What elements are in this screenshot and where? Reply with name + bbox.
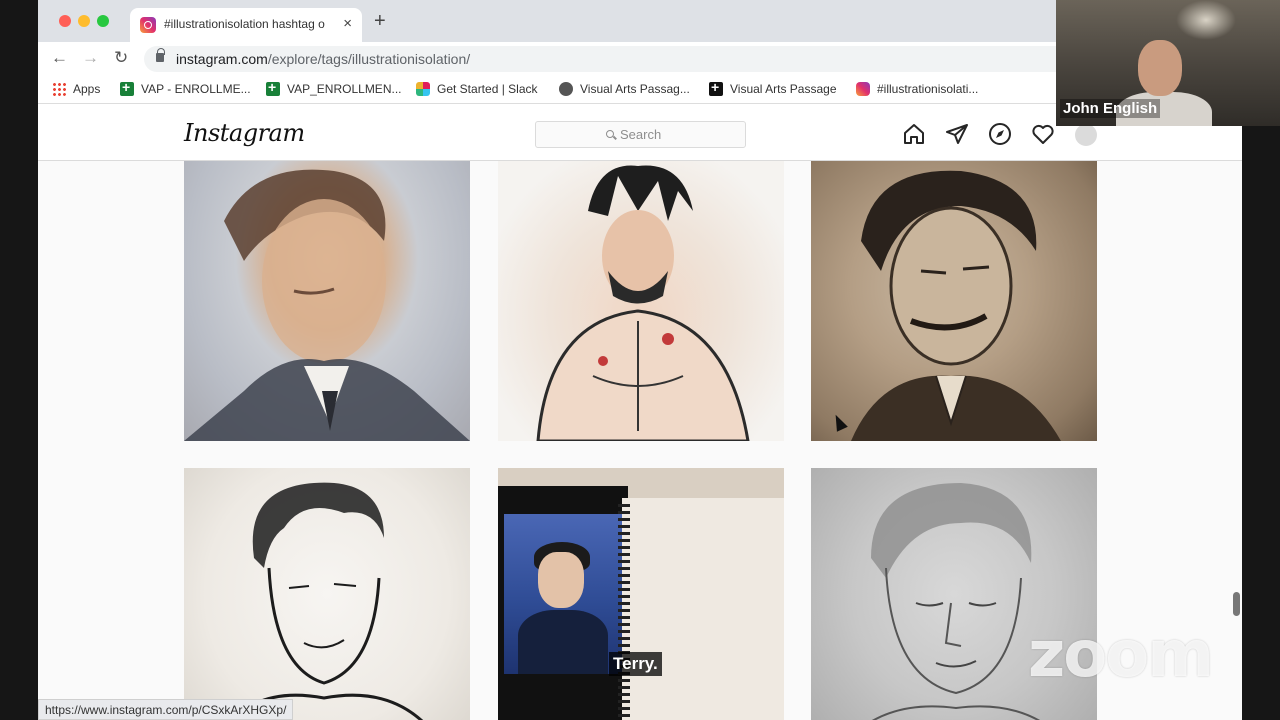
slack-icon xyxy=(416,82,430,96)
bookmark-vap-enrollment-1[interactable]: VAP - ENROLLME... xyxy=(120,79,251,96)
watercolor-portrait-artwork xyxy=(184,169,470,441)
bookmark-label: VAP_ENROLLMEN... xyxy=(287,82,402,96)
direct-icon[interactable] xyxy=(945,122,969,146)
post-tile-5[interactable] xyxy=(498,468,784,720)
bookmark-label: Visual Arts Passage xyxy=(730,82,837,96)
home-icon[interactable] xyxy=(902,122,926,146)
tab-title: #illustrationisolation hashtag o xyxy=(164,17,325,31)
bookmark-vap-enrollment-2[interactable]: VAP_ENROLLMEN... xyxy=(266,79,402,96)
participant-video[interactable]: John English xyxy=(1056,0,1280,126)
maximize-window-button[interactable] xyxy=(97,15,109,27)
bookmark-visual-arts-passage-2[interactable]: Visual Arts Passage xyxy=(709,79,837,96)
instagram-logo[interactable]: Instagram xyxy=(184,119,305,147)
participant-name: John English xyxy=(1060,99,1161,118)
bookmark-label: #illustrationisolati... xyxy=(877,82,979,96)
tab-close-icon[interactable]: × xyxy=(343,15,352,32)
post-tile-4[interactable] xyxy=(184,468,470,720)
instagram-favicon-icon xyxy=(140,17,156,33)
laptop-photo xyxy=(498,486,628,720)
participant-head xyxy=(1138,40,1182,96)
bookmark-slack[interactable]: Get Started | Slack xyxy=(416,82,538,96)
bookmark-label: Apps xyxy=(73,82,101,96)
sketchbook-spiral xyxy=(618,504,630,720)
live-caption: Terry. xyxy=(609,652,662,676)
zoom-share-stage: #illustrationisolation hashtag o × + ← →… xyxy=(0,0,1280,720)
bookmark-apps[interactable]: Apps xyxy=(52,82,100,96)
instagram-icon xyxy=(856,82,870,96)
reload-button[interactable]: ↻ xyxy=(114,48,128,68)
reference-face xyxy=(538,552,584,608)
activity-heart-icon[interactable] xyxy=(1031,122,1055,146)
forward-button[interactable]: → xyxy=(82,48,99,68)
post-tile-1[interactable] xyxy=(184,161,470,441)
search-placeholder: Search xyxy=(620,127,662,142)
bookmark-illustrationisolation[interactable]: #illustrationisolati... xyxy=(856,82,978,96)
sketchbook-page xyxy=(622,498,784,720)
charcoal-portrait-artwork xyxy=(851,170,1061,441)
post-tile-2[interactable] xyxy=(498,161,784,441)
close-window-button[interactable] xyxy=(59,15,71,27)
tab-instagram[interactable]: #illustrationisolation hashtag o × xyxy=(130,8,362,42)
bookmark-visual-arts-passage-1[interactable]: Visual Arts Passag... xyxy=(559,82,690,96)
reference-suit xyxy=(518,610,608,674)
sheets-icon xyxy=(120,79,134,96)
search-input[interactable]: Search xyxy=(535,121,746,148)
new-tab-button[interactable]: + xyxy=(374,10,386,33)
url-path: /explore/tags/illustrationisolation/ xyxy=(267,51,471,67)
bookmark-label: Visual Arts Passag... xyxy=(580,82,690,96)
page-scrollbar[interactable] xyxy=(1233,592,1240,616)
bookmark-label: Get Started | Slack xyxy=(437,82,538,96)
zoom-watermark: zoom xyxy=(1028,618,1214,692)
back-button[interactable]: ← xyxy=(51,48,68,68)
link-status-bar: https://www.instagram.com/p/CSxkArXHGXp/ xyxy=(38,699,294,720)
ink-line-portrait-artwork xyxy=(230,482,424,720)
minimize-window-button[interactable] xyxy=(78,15,90,27)
search-icon xyxy=(606,130,614,138)
plus-square-icon xyxy=(709,79,723,96)
url-host: instagram.com xyxy=(176,51,268,67)
profile-avatar[interactable] xyxy=(1075,124,1097,146)
bookmark-label: VAP - ENROLLME... xyxy=(141,82,251,96)
sheets-icon xyxy=(266,79,280,96)
post-tile-3[interactable] xyxy=(811,161,1097,441)
url-text: instagram.com/explore/tags/illustrationi… xyxy=(176,51,470,67)
lock-icon[interactable] xyxy=(156,48,165,62)
explore-icon[interactable] xyxy=(988,122,1012,146)
laptop-screen xyxy=(504,514,624,674)
ceiling-light xyxy=(1176,0,1236,40)
apps-grid-icon xyxy=(52,82,66,96)
ink-figure-artwork xyxy=(536,165,750,441)
globe-icon xyxy=(559,82,573,96)
